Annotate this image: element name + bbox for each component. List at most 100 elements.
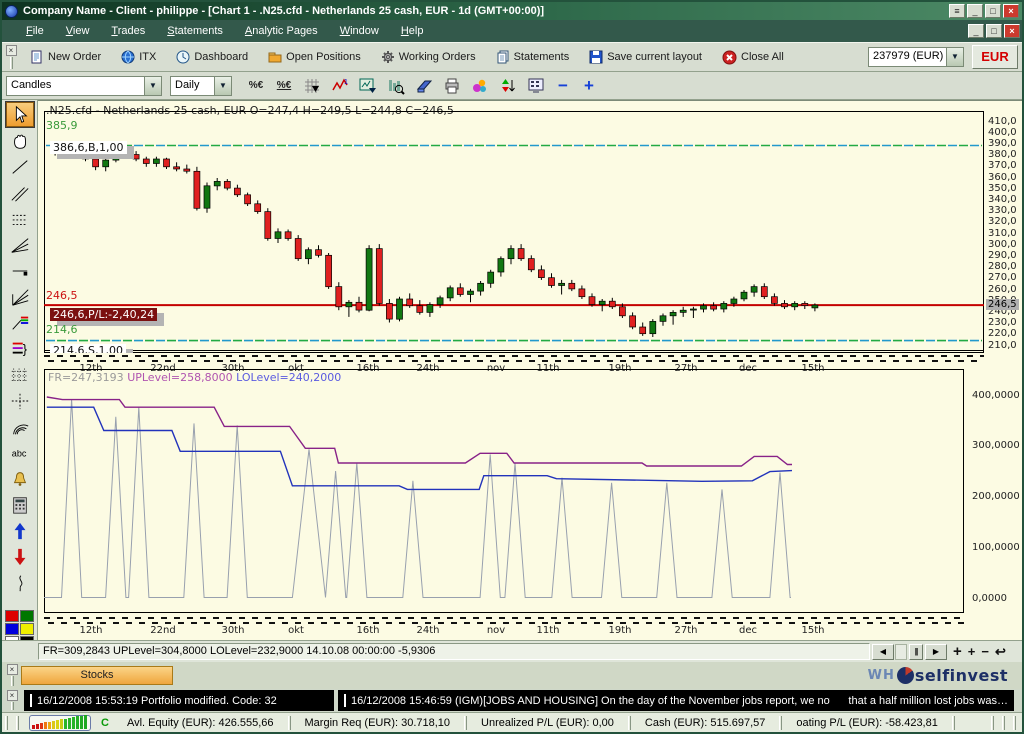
currency-button[interactable]: EUR [972,45,1018,69]
percent-format-icon[interactable]: %€ [272,75,296,97]
menu-item-statements[interactable]: Statements [167,25,223,37]
zoom-out-icon[interactable]: − [981,644,989,660]
zoom-in-icon[interactable]: + [584,76,594,96]
bar-grip[interactable] [1002,716,1005,730]
grid-tool[interactable] [6,362,34,387]
clock-icon [176,50,190,64]
zoom-in-icon[interactable]: + [968,644,976,660]
meter-bar [72,717,75,729]
arc-tool[interactable] [6,414,34,439]
meter-bar [44,722,47,728]
stocks-dock-handle[interactable]: × [6,664,18,686]
pointer-tool[interactable] [6,102,34,127]
ticker-dock-handle[interactable]: × [6,690,18,710]
scroll-thumb[interactable]: ||| [909,644,923,660]
pan-icon[interactable]: + [953,644,962,660]
mdi-minimize-button[interactable]: _ [968,24,984,38]
compare-icon[interactable] [496,75,520,97]
palette-swatch-1[interactable] [20,610,34,622]
close-all-button[interactable]: Close All [719,45,787,69]
open-positions-button[interactable]: Open Positions [265,45,364,69]
speed-lines-tool[interactable] [6,284,34,309]
indicators-icon[interactable]: 1 [328,75,352,97]
new-order-button[interactable]: New Order [27,45,104,69]
scroll-right-button[interactable]: ▶ [925,644,947,660]
minimize-button[interactable]: _ [967,4,983,18]
menu-item-file[interactable]: File [26,25,44,37]
main-price-chart[interactable]: 385,9 386,6,B,1,00 246,5 246,6,P/L:-2,40… [44,111,984,353]
meter-bar [52,721,55,729]
hand-tool[interactable] [6,128,34,153]
period-selector[interactable]: Daily ▼ [170,76,232,96]
fibonacci-tool[interactable]: } [6,336,34,361]
news-message-strip: 16/12/2008 15:46:59 (IGM)[JOBS AND HOUSI… [338,690,1014,711]
menu-item-help[interactable]: Help [401,25,424,37]
menu-item-analytic-pages[interactable]: Analytic Pages [245,25,318,37]
toolbar-dock-handle[interactable]: × [5,45,17,69]
chart-status-bar: FR=309,2843 UPLevel=304,8000 LOLevel=232… [2,640,1022,662]
price-tick-label: 410,0 [988,116,1017,127]
buy-arrow-tool[interactable] [6,518,34,543]
indicator-panel[interactable] [44,369,964,613]
horizontal-line-tool[interactable] [6,258,34,283]
menu-item-trades[interactable]: Trades [111,25,145,37]
account-field-value: 30.718,10 [401,717,450,729]
tab-stocks[interactable]: Stocks [21,666,173,685]
account-field-0: Avl. Equity (EUR): 426.555,66 [127,717,274,729]
bar-grip[interactable] [288,716,291,730]
grid-icon[interactable] [300,75,324,97]
calculator-tool[interactable] [6,492,34,517]
sell-arrow-tool[interactable] [6,544,34,569]
regression-tool[interactable] [6,206,34,231]
scroll-left-button[interactable]: ◀ [872,644,894,660]
bar-grip[interactable] [16,716,19,730]
bar-grip[interactable] [1013,716,1016,730]
working-orders-button[interactable]: Working Orders [378,45,479,69]
current-price-left-label: 246,5 [46,289,78,302]
fan-lines-tool[interactable] [6,232,34,257]
dashboard-button[interactable]: Dashboard [173,45,251,69]
bar-grip[interactable] [991,716,994,730]
chevron-down-icon[interactable]: ▼ [946,48,963,66]
alert-tool[interactable] [6,466,34,491]
restore-button[interactable]: □ [985,4,1001,18]
meter-bar [84,715,87,729]
data-window-icon[interactable] [384,75,408,97]
mdi-close-button[interactable]: × [1004,24,1020,38]
account-selector[interactable]: 237979 (EUR) ▼ [868,47,964,67]
shade-button[interactable]: ≡ [949,4,965,18]
quote-board-icon[interactable] [524,75,548,97]
itx-button[interactable]: ITX [118,45,159,69]
price-tick-label: 370,0 [988,160,1017,171]
chevron-down-icon[interactable]: ▼ [214,77,231,95]
bar-grip[interactable] [464,716,467,730]
chart-type-selector[interactable]: Candles ▼ [6,76,162,96]
bar-grip[interactable] [5,716,8,730]
menu-item-window[interactable]: Window [340,25,379,37]
trendline-tool[interactable] [6,154,34,179]
menu-item-view[interactable]: View [66,25,90,37]
close-button[interactable]: × [1003,4,1019,18]
palette-swatch-2[interactable] [5,623,19,635]
chart-settings-icon[interactable] [356,75,380,97]
chevron-down-icon[interactable]: ▼ [144,77,161,95]
eraser-icon[interactable] [412,75,436,97]
parallel-lines-tool[interactable] [6,180,34,205]
print-icon[interactable] [440,75,464,97]
bar-grip[interactable] [779,716,782,730]
palette-swatch-0[interactable] [5,610,19,622]
palette-swatch-3[interactable] [20,623,34,635]
pitchfork-tool[interactable] [6,310,34,335]
brush-icon[interactable] [468,75,492,97]
wave-tool[interactable] [6,570,34,595]
price-format-icon[interactable]: %€ [244,75,268,97]
undo-icon[interactable]: ↩ [995,644,1006,660]
save-layout-button[interactable]: Save current layout [586,45,705,69]
crosshair-tool[interactable] [6,388,34,413]
zoom-out-icon[interactable]: − [558,76,568,96]
text-tool[interactable]: abc [6,440,34,465]
bar-grip[interactable] [628,716,631,730]
statements-button[interactable]: Statements [493,45,573,69]
bar-grip[interactable] [952,716,955,730]
mdi-restore-button[interactable]: □ [986,24,1002,38]
